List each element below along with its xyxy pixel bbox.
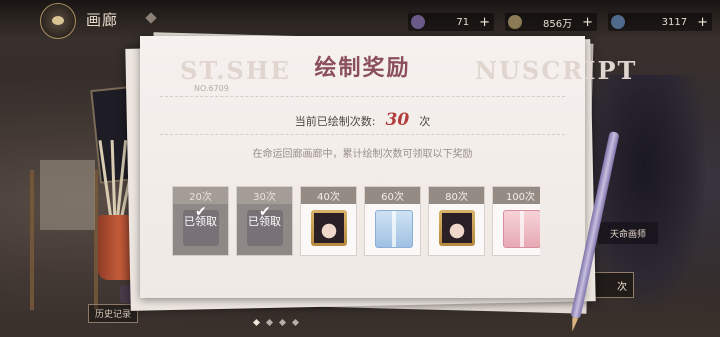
reward-card[interactable]: 80次 <box>428 186 485 256</box>
reward-threshold: 100次 <box>493 187 540 204</box>
serial-number: NO.6709 <box>194 84 229 93</box>
draw-count-value: 30 <box>385 110 410 130</box>
reward-threshold: 60次 <box>365 187 420 204</box>
page-dot[interactable] <box>291 318 300 327</box>
blue-gift-box-icon <box>375 210 413 248</box>
add-ticket-button[interactable]: + <box>693 15 712 30</box>
canvas-decoration <box>40 160 95 230</box>
star-icon <box>508 15 522 29</box>
resource-gem: 71 + <box>408 13 494 31</box>
add-gem-button[interactable]: + <box>475 15 494 30</box>
draw-count-unit: 次 <box>419 115 431 128</box>
page-indicator <box>252 318 300 327</box>
gem-icon <box>411 15 425 29</box>
resource-ticket: 3117 + <box>608 13 712 31</box>
panel-title: 绘制奖励 <box>314 55 411 81</box>
painter-card[interactable]: 天命画师 <box>598 222 658 244</box>
reward-threshold: 30次 <box>237 187 292 204</box>
divider <box>160 134 565 135</box>
ticket-icon <box>611 15 625 29</box>
page-dot[interactable] <box>252 318 261 327</box>
reward-card[interactable]: 20次 ✔ 已领取 <box>172 186 229 256</box>
page-dot[interactable] <box>265 318 274 327</box>
reward-panel: ST.SHE NUSCRIPT 绘制奖励 NO.6709 当前已绘制次数: 30 次… <box>140 36 635 298</box>
reward-card[interactable]: 30次 ✔ 已领取 <box>236 186 293 256</box>
reward-description: 在命运回廊画廊中，累计绘制次数可领取以下奖励 <box>252 149 473 160</box>
reward-threshold: 80次 <box>429 187 484 204</box>
back-button[interactable] <box>40 3 76 39</box>
reward-list: 20次 ✔ 已领取 30次 ✔ 已领取 40次 60次 80次 100次 <box>172 186 540 258</box>
resource-star: 856万 + <box>505 13 597 31</box>
add-star-button[interactable]: + <box>578 15 597 30</box>
reward-card[interactable]: 60次 <box>364 186 421 256</box>
draw-count-label: 当前已绘制次数: <box>294 115 376 128</box>
reward-card[interactable]: 40次 <box>300 186 357 256</box>
claimed-label: 已领取 <box>184 215 217 228</box>
claimed-label: 已领取 <box>248 215 281 228</box>
pink-gift-box-icon <box>503 210 540 248</box>
reward-threshold: 40次 <box>301 187 356 204</box>
page-title: 画廊 <box>86 11 119 29</box>
divider <box>160 96 565 97</box>
draw-count: 当前已绘制次数: 30 次 <box>140 110 585 130</box>
portrait-frame-icon <box>311 210 347 246</box>
portrait-frame-icon <box>439 210 475 246</box>
page-dot[interactable] <box>278 318 287 327</box>
reward-card[interactable]: 100次 <box>492 186 540 256</box>
reward-threshold: 20次 <box>173 187 228 204</box>
